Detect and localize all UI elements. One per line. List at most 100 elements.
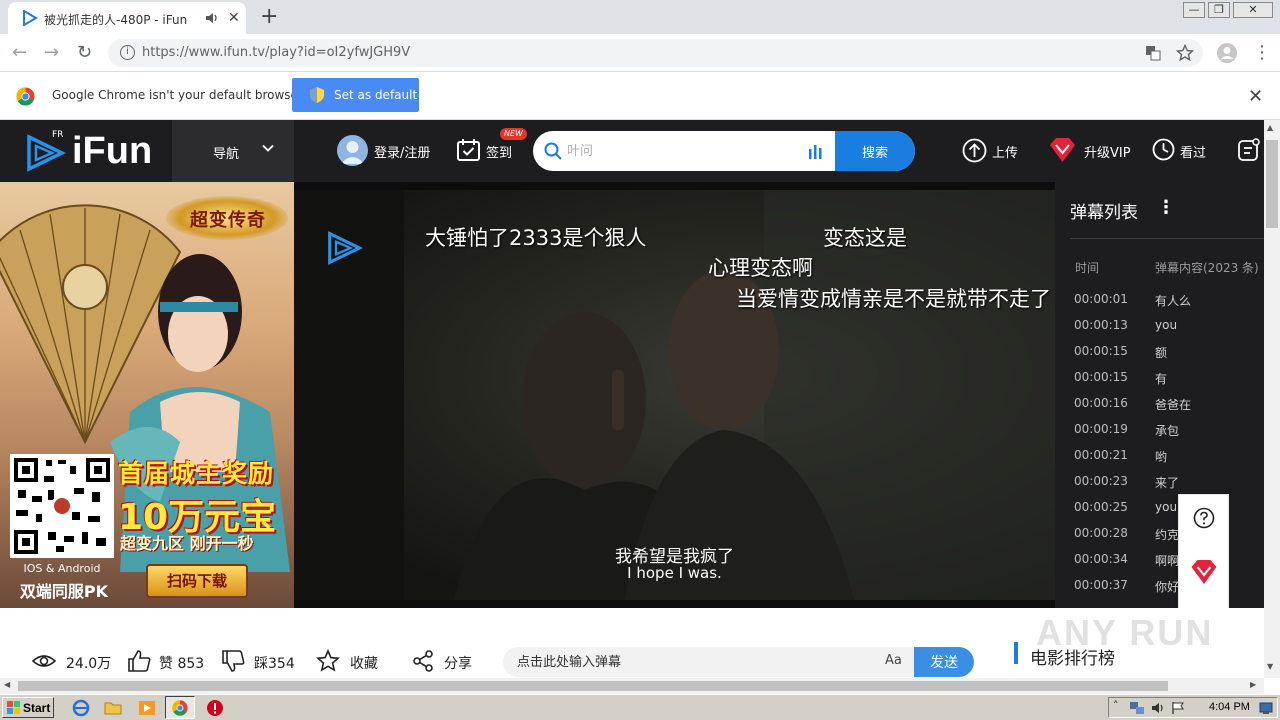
- vertical-scroll-thumb[interactable]: [1266, 140, 1278, 228]
- user-avatar[interactable]: [337, 135, 368, 166]
- ie-icon[interactable]: [72, 699, 90, 717]
- vip-diamond-icon[interactable]: [1049, 137, 1076, 163]
- more-options-icon[interactable]: ⋮: [1157, 197, 1175, 218]
- infobar-close-icon[interactable]: ✕: [1248, 86, 1263, 107]
- danmaku-input[interactable]: [517, 651, 857, 673]
- close-window-button[interactable]: ✕: [1233, 2, 1273, 18]
- tab-close-icon[interactable]: ✕: [228, 10, 240, 26]
- calendar-check-icon[interactable]: [456, 138, 481, 162]
- upload-icon[interactable]: [962, 138, 987, 163]
- message-icon[interactable]: [1237, 137, 1261, 162]
- default-browser-infobar: Google Chrome isn't your default browser…: [0, 72, 1280, 120]
- login-register-link[interactable]: 登录/注册: [374, 142, 430, 161]
- scroll-right-icon[interactable]: ▶: [1250, 680, 1256, 689]
- tray-expand-icon[interactable]: ˄: [1113, 699, 1119, 712]
- bookmark-star-icon[interactable]: [1176, 44, 1194, 62]
- like-count[interactable]: 赞 853: [159, 653, 204, 673]
- thumbs-up-icon[interactable]: [127, 649, 151, 673]
- subtitle-english: I hope I was.: [627, 564, 722, 582]
- voice-bars-icon[interactable]: [808, 143, 824, 159]
- favorite-button[interactable]: 收藏: [350, 653, 378, 673]
- list-item[interactable]: 00:00:21 哟: [1055, 448, 1264, 474]
- danmaku-text: 约克: [1155, 528, 1180, 542]
- url-domain: https://www.ifun.tv: [142, 45, 266, 60]
- flag-icon[interactable]: [1171, 701, 1185, 715]
- list-item[interactable]: 00:00:23 来了: [1055, 474, 1264, 500]
- thumbs-down-icon[interactable]: [221, 649, 245, 673]
- list-item[interactable]: 00:00:13 you: [1055, 318, 1264, 344]
- tab-title: 被光抓走的人-480P - iFun: [44, 13, 188, 27]
- reload-icon[interactable]: ↻: [77, 42, 92, 63]
- font-style-toggle[interactable]: Aa: [885, 653, 902, 668]
- address-bar[interactable]: i https://www.ifun.tv/play?id=oI2yfwJGH9…: [108, 39, 1203, 67]
- chrome-logo-icon: [16, 87, 35, 106]
- url-text[interactable]: https://www.ifun.tv/play?id=oI2yfwJGH9V: [142, 45, 410, 60]
- vip-diamond-icon[interactable]: [1190, 559, 1218, 585]
- chrome-menu-icon[interactable]: ⋮: [1253, 42, 1271, 63]
- back-icon[interactable]: ←: [12, 42, 27, 63]
- danmaku-text: 哟: [1155, 450, 1168, 464]
- horizontal-scroll-thumb[interactable]: [18, 681, 1168, 691]
- checkin-link[interactable]: 签到: [486, 142, 512, 161]
- danmaku-time: 00:00:13: [1074, 318, 1128, 332]
- horizontal-scrollbar[interactable]: ◀ ▶: [0, 678, 1264, 694]
- volume-icon[interactable]: [1151, 701, 1165, 715]
- list-item[interactable]: 00:00:19 承包: [1055, 422, 1264, 448]
- stop-sign-icon[interactable]: [206, 699, 224, 717]
- list-item[interactable]: 00:00:16 爸爸在: [1055, 396, 1264, 422]
- ifun-favicon-icon: [23, 10, 38, 26]
- restore-button[interactable]: ❐: [1208, 2, 1230, 18]
- chrome-taskbar-button[interactable]: [165, 696, 195, 719]
- profile-avatar-icon[interactable]: [1216, 42, 1238, 64]
- list-item[interactable]: 00:00:15 有: [1055, 370, 1264, 396]
- translate-icon[interactable]: [1145, 45, 1161, 61]
- video-player[interactable]: 大锤怕了2333是个狠人 变态这是 心理变态啊 当爱情变成情亲是不是就带不走了 …: [294, 182, 1055, 608]
- list-item[interactable]: 00:00:37 你好: [1055, 578, 1264, 604]
- scroll-up-icon[interactable]: ▲: [1267, 123, 1273, 132]
- speaker-icon[interactable]: [204, 10, 220, 26]
- danmaku-comment: 心理变态啊: [708, 256, 813, 280]
- network-icon[interactable]: [1129, 701, 1145, 715]
- new-badge: NEW: [500, 128, 527, 140]
- list-item[interactable]: 00:00:28 约克: [1055, 526, 1264, 552]
- ad-platform: IOS & Android: [23, 562, 101, 575]
- list-item[interactable]: 00:00:15 额: [1055, 344, 1264, 370]
- list-item[interactable]: 00:00:01 有人么: [1055, 292, 1264, 318]
- danmaku-time: 00:00:28: [1074, 526, 1128, 540]
- list-item[interactable]: 00:00:25 you: [1055, 500, 1264, 526]
- column-header-content: 弹幕内容(2023 条): [1155, 261, 1259, 275]
- forward-icon[interactable]: →: [44, 42, 59, 63]
- send-danmaku-button[interactable]: 发送: [914, 647, 974, 677]
- game-advertisement[interactable]: 超变传奇 首届城主奖励 10万元宝 超变九区 刚开一秒 IOS & Androi…: [0, 182, 294, 608]
- share-button[interactable]: 分享: [444, 653, 472, 673]
- vertical-scrollbar[interactable]: ▲ ▼: [1264, 120, 1280, 678]
- help-icon[interactable]: [1193, 507, 1215, 529]
- media-player-icon[interactable]: [138, 699, 156, 717]
- search-input[interactable]: [567, 139, 797, 163]
- list-item[interactable]: 00:00:34 啊啊: [1055, 552, 1264, 578]
- nav-dropdown[interactable]: 导航: [172, 120, 294, 182]
- start-button[interactable]: Start: [2, 697, 54, 718]
- system-tray: ˄ 4:04 PM: [1108, 697, 1278, 718]
- history-link[interactable]: 看过: [1180, 142, 1206, 161]
- ad-download-button[interactable]: 扫码下载: [146, 564, 248, 598]
- scroll-left-icon[interactable]: ◀: [4, 680, 10, 689]
- upgrade-vip-link[interactable]: 升级VIP: [1084, 142, 1131, 161]
- site-info-icon[interactable]: i: [120, 45, 135, 60]
- infobar-message: Google Chrome isn't your default browser: [52, 88, 303, 102]
- danmaku-time: 00:00:16: [1074, 396, 1128, 410]
- star-icon[interactable]: [316, 649, 340, 673]
- url-path: /play?id=oI2yfwJGH9V: [265, 45, 411, 60]
- folder-icon[interactable]: [104, 699, 122, 717]
- new-tab-button[interactable]: +: [260, 4, 278, 29]
- logo-badge: FR: [52, 130, 64, 140]
- search-button[interactable]: 搜索: [835, 131, 915, 171]
- minimize-button[interactable]: —: [1183, 2, 1205, 18]
- show-desktop-icon[interactable]: [1259, 701, 1273, 715]
- share-icon[interactable]: [411, 649, 435, 673]
- history-clock-icon[interactable]: [1152, 138, 1175, 161]
- upload-link[interactable]: 上传: [992, 142, 1018, 161]
- dislike-count[interactable]: 踩354: [254, 653, 295, 673]
- scroll-down-icon[interactable]: ▼: [1267, 662, 1273, 671]
- browser-tab[interactable]: 被光抓走的人-480P - iFun ✕: [8, 2, 246, 34]
